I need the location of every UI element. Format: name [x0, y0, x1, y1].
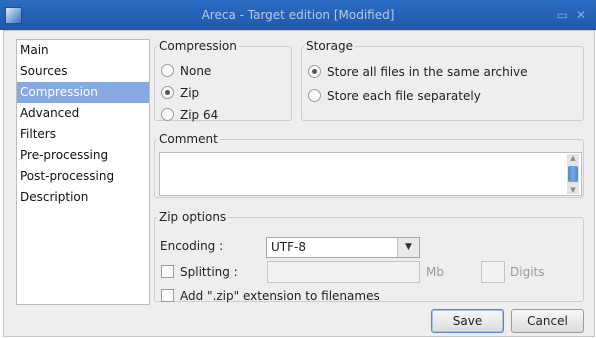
scroll-down-icon[interactable]: ▼ [567, 186, 579, 194]
add-extension-label: Add ".zip" extension to filenames [180, 289, 380, 303]
radio-same-archive[interactable] [308, 65, 321, 78]
nav-item-main[interactable]: Main [17, 40, 149, 61]
encoding-label: Encoding : [160, 239, 224, 253]
storage-group: Storage Store all files in the same arch… [301, 39, 584, 121]
encoding-select[interactable]: UTF-8 ▼ [266, 237, 420, 258]
nav-item-compression[interactable]: Compression [17, 82, 149, 103]
encoding-value: UTF-8 [271, 240, 306, 254]
comment-group: Comment ▲ ▼ [154, 132, 584, 198]
comment-textarea[interactable] [159, 152, 582, 196]
radio-none[interactable] [161, 64, 174, 77]
nav-item-pre-processing[interactable]: Pre-processing [17, 145, 149, 166]
nav-item-advanced[interactable]: Advanced [17, 103, 149, 124]
radio-row-zip64[interactable]: Zip 64 [161, 106, 218, 124]
nav-item-description[interactable]: Description [17, 187, 149, 208]
add-extension-checkbox[interactable] [161, 289, 174, 302]
zip-options-legend: Zip options [159, 210, 227, 224]
dropdown-arrow-icon[interactable]: ▼ [397, 238, 419, 257]
scroll-thumb[interactable] [568, 166, 578, 182]
close-icon[interactable]: ✕ [576, 8, 586, 22]
digits-label: Digits [510, 265, 545, 279]
radio-row-zip[interactable]: Zip [161, 84, 199, 102]
nav-item-sources[interactable]: Sources [17, 61, 149, 82]
dialog-body: Main Sources Compression Advanced Filter… [3, 30, 595, 337]
nav-item-filters[interactable]: Filters [17, 124, 149, 145]
zip-options-group: Zip options Encoding : UTF-8 ▼ Splitting… [154, 210, 584, 303]
scroll-up-icon[interactable]: ▲ [567, 154, 579, 162]
minimize-icon[interactable]: ▭ [557, 8, 568, 22]
add-extension-row[interactable]: Add ".zip" extension to filenames [161, 289, 380, 303]
comment-legend: Comment [159, 132, 218, 146]
radio-zip[interactable] [161, 86, 174, 99]
splitting-row[interactable]: Splitting : [161, 265, 238, 279]
nav-item-post-processing[interactable]: Post-processing [17, 166, 149, 187]
compression-legend: Compression [159, 39, 237, 53]
window-title: Areca - Target edition [Modified] [201, 8, 395, 22]
splitting-size-input[interactable] [267, 261, 420, 283]
digits-input[interactable] [481, 261, 505, 283]
compression-group: Compression None Zip Zip 64 [154, 39, 292, 124]
radio-zip64[interactable] [161, 108, 174, 121]
areca-target-window: Areca - Target edition [Modified] ▭ ✕ Ma… [0, 0, 596, 338]
cancel-button[interactable]: Cancel [511, 309, 584, 333]
radio-none-label: None [180, 64, 212, 78]
title-bar[interactable]: Areca - Target edition [Modified] ▭ ✕ [0, 0, 596, 30]
radio-separately-label: Store each file separately [327, 89, 481, 103]
radio-row-none[interactable]: None [161, 62, 211, 80]
radio-row-same-archive[interactable]: Store all files in the same archive [308, 63, 528, 81]
mb-unit-label: Mb [426, 265, 444, 279]
radio-zip-label: Zip [180, 86, 200, 100]
radio-row-separately[interactable]: Store each file separately [308, 87, 481, 105]
save-button[interactable]: Save [431, 309, 504, 333]
section-list: Main Sources Compression Advanced Filter… [16, 39, 150, 305]
comment-scrollbar[interactable]: ▲ ▼ [567, 154, 579, 194]
storage-legend: Storage [306, 39, 353, 53]
radio-zip64-label: Zip 64 [180, 108, 219, 122]
splitting-label: Splitting : [180, 265, 238, 279]
radio-separately[interactable] [308, 89, 321, 102]
radio-same-archive-label: Store all files in the same archive [327, 65, 528, 79]
splitting-checkbox[interactable] [161, 265, 174, 278]
